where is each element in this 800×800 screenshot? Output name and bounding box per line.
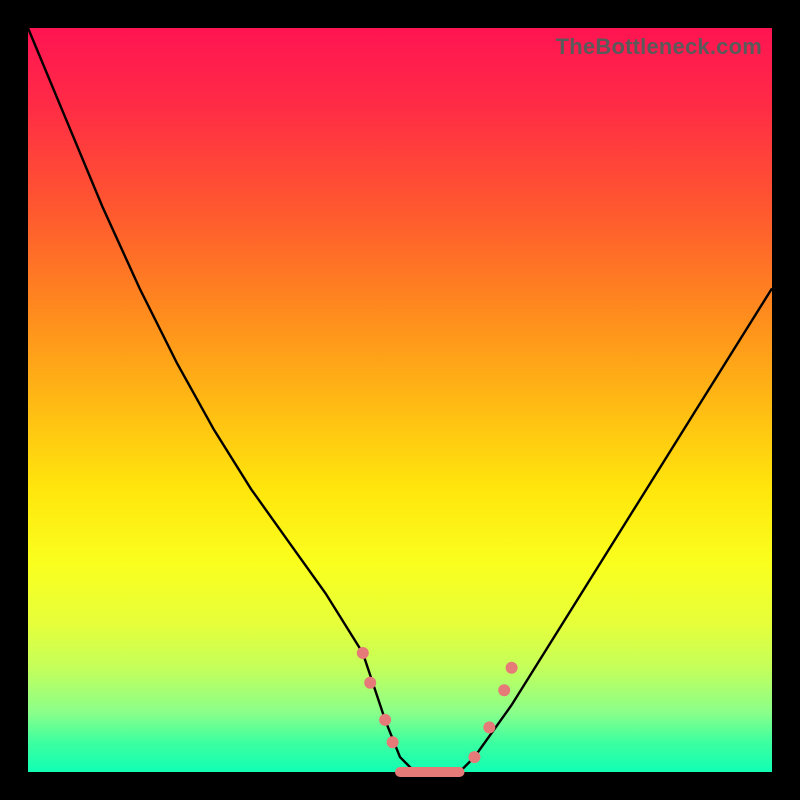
bead-dot [387, 736, 399, 748]
curve-right-branch [415, 288, 772, 772]
chart-frame: TheBottleneck.com [0, 0, 800, 800]
bead-dot [468, 751, 480, 763]
bead-dot [357, 647, 369, 659]
chart-plot-area: TheBottleneck.com [28, 28, 772, 772]
bead-dot [498, 684, 510, 696]
curve-left-branch [28, 28, 415, 772]
bead-dot [483, 721, 495, 733]
chart-svg [28, 28, 772, 772]
bead-dot [506, 662, 518, 674]
bead-dot [364, 677, 376, 689]
bead-dot [379, 714, 391, 726]
